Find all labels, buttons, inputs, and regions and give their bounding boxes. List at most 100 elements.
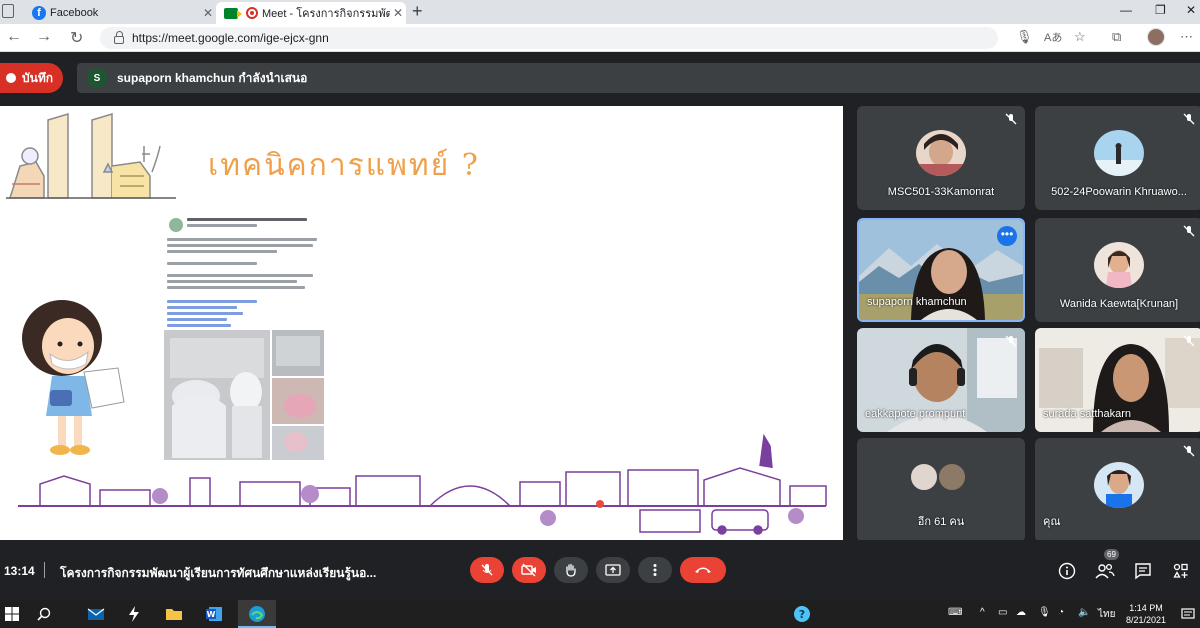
presented-slide: เทคนิคการแพทย์ ? xyxy=(0,106,843,540)
microphone-icon[interactable]: 🎙 xyxy=(1016,29,1033,45)
volume-tray-icon[interactable]: 🔈 xyxy=(1078,607,1090,618)
system-time: 1:14 PM xyxy=(1129,603,1163,613)
folder-icon xyxy=(166,609,182,620)
social-post-screenshot xyxy=(163,214,325,540)
edge-icon xyxy=(249,606,265,622)
taskbar-app[interactable] xyxy=(124,604,144,624)
read-aloud-icon[interactable]: Aあ xyxy=(1044,29,1062,45)
others-avatar xyxy=(909,462,939,492)
address-bar[interactable]: https://meet.google.com/ige-ejcx-gnn xyxy=(100,27,998,49)
participant-tile-speaking[interactable]: ••• supaporn khamchun xyxy=(857,218,1025,322)
participant-tile[interactable]: 502-24Poowarin Khruawo... xyxy=(1035,106,1200,210)
participant-tile[interactable]: eakkapote prompunt xyxy=(857,328,1025,432)
mic-off-icon xyxy=(481,564,493,576)
participant-tile[interactable]: MSC501-33Kamonrat xyxy=(857,106,1025,210)
close-tab-icon[interactable]: ✕ xyxy=(200,6,216,20)
lightning-icon xyxy=(129,606,139,622)
raise-hand-button[interactable] xyxy=(554,557,588,583)
participant-count-badge: 69 xyxy=(1104,549,1119,560)
presenter-avatar: S xyxy=(87,68,107,88)
recording-button[interactable]: บันทึก xyxy=(0,63,63,93)
close-tab-icon[interactable]: ✕ xyxy=(390,6,406,20)
show-hidden-icons[interactable]: ^ xyxy=(980,607,985,618)
tab-actions-icon[interactable] xyxy=(2,4,14,18)
raise-hand-icon xyxy=(566,563,576,577)
participant-name: supaporn khamchun xyxy=(867,296,967,308)
mic-off-icon xyxy=(1183,335,1195,347)
tab-label: Meet - โครงการกิจกรรมพัฒนา xyxy=(262,8,390,20)
mic-off-icon xyxy=(1005,113,1017,125)
collections-icon[interactable]: ⧉ xyxy=(1112,29,1121,45)
people-icon xyxy=(1095,563,1115,579)
svg-text:?: ? xyxy=(799,608,805,621)
mic-off-icon xyxy=(1005,335,1017,347)
mic-toggle-button[interactable] xyxy=(470,557,504,583)
info-icon xyxy=(1058,562,1076,580)
participant-name: surada satthakarn xyxy=(1043,408,1132,420)
cloud-tray-icon[interactable]: ☁ xyxy=(1016,607,1026,618)
divider xyxy=(44,562,45,578)
more-vert-icon xyxy=(653,564,657,576)
camera-toggle-button[interactable] xyxy=(512,557,546,583)
system-clock[interactable]: 1:14 PM 8/21/2021 xyxy=(1124,602,1168,626)
input-language[interactable]: ไทย xyxy=(1098,607,1115,622)
hang-up-icon xyxy=(695,567,711,573)
participant-tile[interactable]: surada satthakarn xyxy=(1035,328,1200,432)
present-screen-button[interactable] xyxy=(596,557,630,583)
more-options-icon[interactable]: ••• xyxy=(997,226,1017,246)
mic-off-icon xyxy=(1183,113,1195,125)
leave-call-button[interactable] xyxy=(680,557,726,583)
back-icon[interactable]: ← xyxy=(6,28,22,46)
browser-tab-strip: f Facebook ✕ Meet - โครงการกิจกรรมพัฒนา … xyxy=(0,0,1200,24)
others-count-label: อีก 61 คน xyxy=(917,516,965,528)
activities-icon xyxy=(1173,563,1188,578)
tab-meet[interactable]: Meet - โครงการกิจกรรมพัฒนา ✕ xyxy=(216,2,406,24)
network-tray-icon[interactable]: ▭ xyxy=(998,607,1007,618)
search-icon xyxy=(37,607,51,621)
start-button[interactable] xyxy=(2,604,22,624)
profile-avatar[interactable] xyxy=(1147,28,1165,46)
mic-off-icon xyxy=(1183,225,1195,237)
participant-avatar xyxy=(916,130,966,176)
windows-icon xyxy=(5,607,19,621)
maximize-icon[interactable]: ❐ xyxy=(1155,3,1166,17)
more-menu-icon[interactable]: ⋯ xyxy=(1180,29,1193,45)
close-window-icon[interactable]: ✕ xyxy=(1186,3,1196,17)
post-avatar xyxy=(169,218,183,232)
campus-skyline-illustration xyxy=(18,433,827,535)
system-date: 8/21/2021 xyxy=(1125,615,1167,625)
taskbar-word[interactable]: W xyxy=(204,604,224,624)
favorite-icon[interactable]: ☆ xyxy=(1074,29,1086,45)
keyboard-tray-icon[interactable]: ⌨ xyxy=(948,607,962,618)
taskbar-file-explorer[interactable] xyxy=(164,604,184,624)
chat-button[interactable] xyxy=(1132,560,1154,582)
wifi-tray-icon[interactable]: ◔ xyxy=(1058,607,1064,618)
tab-facebook[interactable]: f Facebook ✕ xyxy=(24,2,216,24)
taskbar-help[interactable]: ? xyxy=(792,604,812,624)
girl-with-tablet-illustration xyxy=(22,300,125,455)
more-options-button[interactable] xyxy=(638,557,672,583)
camera-off-icon xyxy=(521,563,536,577)
others-tile[interactable]: อีก 61 คน xyxy=(857,438,1025,542)
taskbar-mail[interactable] xyxy=(86,604,106,624)
record-dot-icon xyxy=(6,73,16,83)
action-center-button[interactable] xyxy=(1178,604,1198,624)
people-button[interactable] xyxy=(1094,560,1116,582)
others-avatar xyxy=(937,462,967,492)
reload-icon[interactable]: ↻ xyxy=(70,28,83,48)
self-avatar xyxy=(1094,462,1144,508)
tab-label: Facebook xyxy=(50,7,99,19)
meeting-details-button[interactable] xyxy=(1056,560,1078,582)
minimize-icon[interactable]: — xyxy=(1120,3,1132,17)
search-button[interactable] xyxy=(34,604,54,624)
taskbar-edge[interactable] xyxy=(247,604,267,624)
mail-icon xyxy=(87,608,105,620)
microphone-tray-icon[interactable]: 🎙 xyxy=(1038,607,1051,618)
new-tab-icon[interactable]: + xyxy=(412,1,423,22)
self-tile[interactable]: คุณ xyxy=(1035,438,1200,542)
activities-button[interactable] xyxy=(1170,560,1192,582)
participant-avatar xyxy=(1094,130,1144,176)
participant-tile[interactable]: Wanida Kaewta[Krunan] xyxy=(1035,218,1200,322)
participant-name: คุณ xyxy=(1043,516,1061,528)
forward-icon[interactable]: → xyxy=(36,28,52,46)
